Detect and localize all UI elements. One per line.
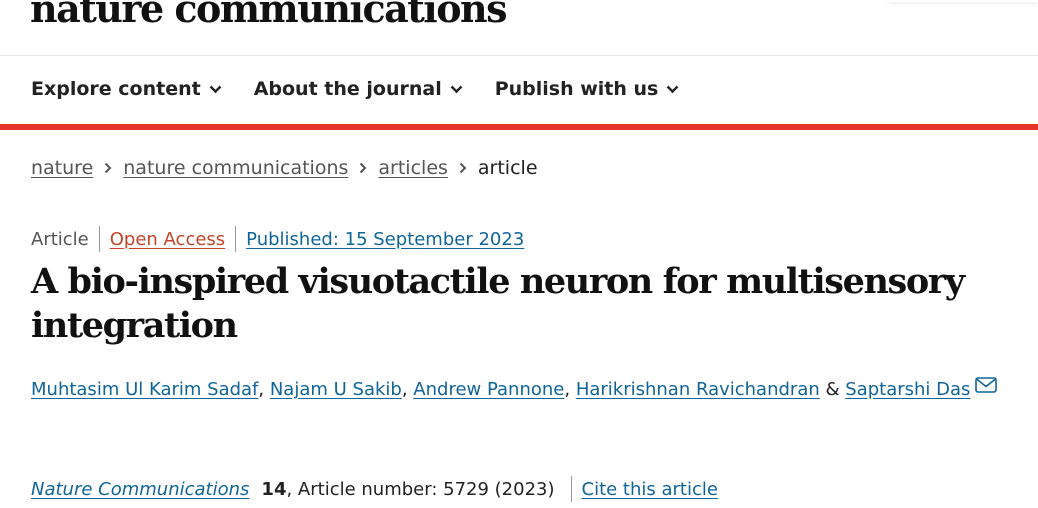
chevron-right-icon — [359, 162, 367, 174]
author-link[interactable]: Najam U Sakib — [270, 379, 402, 400]
author-list: Muhtasim Ul Karim Sadaf, Najam U Sakib, … — [31, 376, 998, 400]
article-title: A bio-inspired visuotactile neuron for m… — [31, 261, 965, 346]
main-nav: Explore content About the journal Publis… — [31, 78, 711, 100]
header-divider — [0, 55, 1038, 56]
author-and: & — [819, 379, 846, 400]
author-separator: , — [401, 379, 414, 400]
open-access-link[interactable]: Open Access — [100, 229, 235, 250]
journal-link[interactable]: Nature Communications — [31, 479, 249, 500]
author-link[interactable]: Harikrishnan Ravichandran — [576, 379, 820, 400]
nav-label: Publish with us — [494, 78, 659, 100]
volume-number: 14 — [261, 478, 287, 500]
breadcrumb-nature[interactable]: nature — [31, 157, 93, 179]
author-link[interactable]: Andrew Pannone — [413, 379, 564, 400]
chevron-down-icon — [209, 85, 222, 93]
citation-line: Nature Communications 14 , Article numbe… — [31, 476, 718, 502]
accent-bar — [0, 124, 1038, 130]
nav-label: About the journal — [253, 78, 442, 100]
nav-about-journal[interactable]: About the journal — [254, 78, 463, 100]
breadcrumb: nature nature communications articles ar… — [31, 157, 538, 179]
published-date-link[interactable]: Published: 15 September 2023 — [236, 229, 524, 250]
author-separator: , — [258, 379, 270, 400]
journal-logo[interactable]: nature communications — [30, 0, 508, 31]
header-shadow — [888, 0, 1038, 2]
cite-article-link[interactable]: Cite this article — [582, 479, 718, 500]
chevron-right-icon — [459, 162, 467, 174]
breadcrumb-nature-communications[interactable]: nature communications — [123, 157, 348, 179]
author-separator: , — [564, 379, 576, 400]
nav-label: Explore content — [31, 78, 201, 100]
breadcrumb-current: article — [477, 157, 538, 179]
nav-publish-with-us[interactable]: Publish with us — [495, 78, 680, 100]
article-type: Article — [31, 228, 89, 250]
chevron-right-icon — [104, 162, 112, 174]
citation-divider — [570, 476, 572, 502]
article-meta: Article Open Access Published: 15 Septem… — [31, 226, 524, 252]
chevron-down-icon — [667, 85, 679, 93]
chevron-down-icon — [450, 85, 463, 93]
author-link[interactable]: Saptarshi Das — [845, 379, 970, 400]
author-link[interactable]: Muhtasim Ul Karim Sadaf — [31, 379, 258, 400]
article-number: , Article number: 5729 (2023) — [286, 478, 555, 500]
mail-icon[interactable] — [975, 376, 998, 393]
breadcrumb-articles[interactable]: articles — [378, 157, 448, 179]
nav-explore-content[interactable]: Explore content — [31, 78, 222, 100]
